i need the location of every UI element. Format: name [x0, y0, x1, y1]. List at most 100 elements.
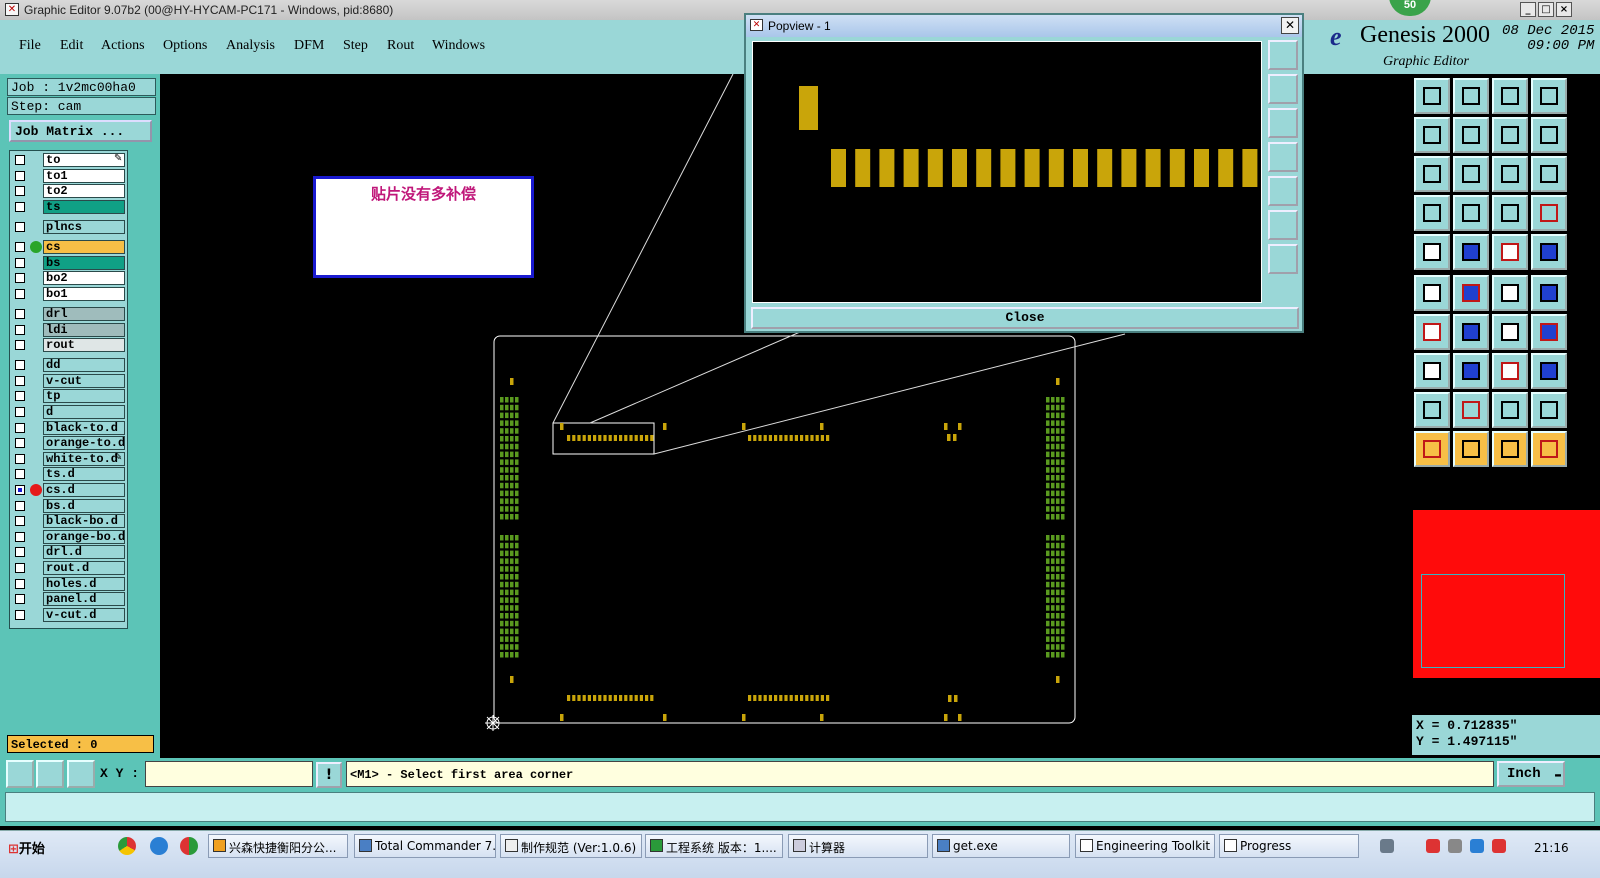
- task-item[interactable]: 兴森快捷衡阳分公...: [208, 834, 348, 858]
- layer-checkbox[interactable]: [15, 324, 25, 335]
- paint-icon[interactable]: [1414, 195, 1450, 231]
- xy-input[interactable]: [145, 761, 313, 787]
- snap-undo-icon[interactable]: [1492, 117, 1528, 153]
- task-item[interactable]: Engineering Toolkit 9....: [1075, 834, 1215, 858]
- layer-checkbox[interactable]: [15, 360, 25, 371]
- security-tray-icon[interactable]: [1426, 839, 1440, 853]
- snap-icon[interactable]: [6, 760, 34, 788]
- layer-checkbox[interactable]: [15, 375, 25, 386]
- menu-edit[interactable]: Edit: [60, 38, 83, 54]
- popview-close-button[interactable]: Close: [751, 307, 1299, 329]
- layer-checkbox[interactable]: [15, 516, 25, 527]
- layer-checkbox[interactable]: [15, 170, 25, 181]
- ruler-icon[interactable]: [1492, 234, 1528, 270]
- task-item[interactable]: 工程系统 版本：1....: [645, 834, 783, 858]
- pointer-red-icon[interactable]: [1453, 431, 1489, 467]
- layer-checkbox[interactable]: [15, 257, 25, 268]
- menu-options[interactable]: Options: [163, 38, 207, 54]
- home-icon[interactable]: [1492, 78, 1528, 114]
- measure-icon[interactable]: [36, 760, 64, 788]
- layer-checkbox[interactable]: [15, 308, 25, 319]
- layer-checkbox[interactable]: [15, 155, 25, 165]
- layer-checkbox[interactable]: [15, 531, 25, 542]
- task-item[interactable]: Progress: [1219, 834, 1359, 858]
- task-item[interactable]: 制作规范 (Ver:1.0.6): [500, 834, 642, 858]
- layer-row-dd[interactable]: dd: [10, 358, 128, 373]
- angle-icon[interactable]: [1414, 314, 1450, 350]
- layer-row-cs-d[interactable]: cs.d: [10, 483, 128, 498]
- layer-row-bs-d[interactable]: bs.d: [10, 498, 128, 514]
- layer-checkbox[interactable]: [15, 453, 25, 464]
- quicklaunch-app-icon[interactable]: [180, 837, 198, 855]
- arc-alt-icon[interactable]: [1531, 392, 1567, 428]
- menu-step[interactable]: Step: [343, 38, 368, 54]
- menu-analysis[interactable]: Analysis: [226, 38, 275, 54]
- network-tray-icon[interactable]: [1448, 839, 1462, 853]
- layer-row-panel-d[interactable]: panel.d: [10, 592, 128, 607]
- connect-icon[interactable]: [1414, 353, 1450, 389]
- maximize-button[interactable]: □: [1538, 2, 1554, 17]
- grid-icon[interactable]: [67, 760, 95, 788]
- grid-icon[interactable]: [1453, 195, 1489, 231]
- triangle-icon[interactable]: [1414, 392, 1450, 428]
- flip-icon[interactable]: [1531, 314, 1567, 350]
- overview-map[interactable]: [1413, 510, 1600, 678]
- layer-row-ts-d[interactable]: ts.d: [10, 467, 128, 482]
- layer-row-tp[interactable]: tp: [10, 389, 128, 404]
- start-button[interactable]: ⊞开始: [2, 835, 50, 857]
- layer-checkbox[interactable]: [15, 469, 25, 480]
- layer-row-to2[interactable]: to2: [10, 184, 128, 199]
- task-item[interactable]: get.exe: [932, 834, 1070, 858]
- zoom-out-icon[interactable]: [1268, 244, 1298, 274]
- copy-icon[interactable]: [1453, 78, 1489, 114]
- arc-icon[interactable]: [1492, 392, 1528, 428]
- layer-row-ts[interactable]: ts: [10, 199, 128, 215]
- task-item[interactable]: Total Commander 7.0 ...: [354, 834, 496, 858]
- zoom-in-icon[interactable]: [1268, 210, 1298, 240]
- layer-row-bs[interactable]: bs: [10, 255, 128, 271]
- layer-checkbox[interactable]: [15, 500, 25, 511]
- layer-row-plncs[interactable]: plncs: [10, 219, 128, 235]
- layer-checkbox[interactable]: [15, 547, 25, 558]
- measure-icon[interactable]: [1531, 431, 1567, 467]
- red-signal-alt-icon[interactable]: [1531, 195, 1567, 231]
- layer-checkbox[interactable]: [15, 609, 25, 620]
- menu-file[interactable]: File: [19, 38, 41, 54]
- slash-icon[interactable]: [1453, 314, 1489, 350]
- move-center-icon[interactable]: [1453, 156, 1489, 192]
- pan-down-icon[interactable]: [1268, 108, 1298, 138]
- layer-row-drl-d[interactable]: drl.d: [10, 545, 128, 560]
- layer-row-orange-bo-d[interactable]: orange-bo.d: [10, 529, 128, 545]
- help-icon[interactable]: [1531, 156, 1567, 192]
- zoom-fit-icon[interactable]: [1268, 40, 1298, 70]
- zoom-fit-icon[interactable]: [1414, 156, 1450, 192]
- layer-row-orange-to-d[interactable]: orange-to.d: [10, 436, 128, 451]
- layer-row-rout-d[interactable]: rout.d: [10, 561, 128, 576]
- layer-row-v-cut-d[interactable]: v-cut.d: [10, 607, 128, 623]
- layer-checkbox[interactable]: [15, 242, 25, 252]
- minus-icon[interactable]: [1453, 353, 1489, 389]
- layer-row-to[interactable]: to ✎: [10, 153, 128, 168]
- keyboard-tray-icon[interactable]: [1380, 839, 1394, 853]
- swap-icon[interactable]: [1531, 353, 1567, 389]
- minimize-button[interactable]: _: [1520, 2, 1536, 17]
- align-left-icon[interactable]: [1414, 117, 1450, 153]
- rotate-icon[interactable]: [1492, 314, 1528, 350]
- pointer-icon[interactable]: [1414, 431, 1450, 467]
- chrome-icon[interactable]: [118, 837, 136, 855]
- layer-checkbox[interactable]: [15, 422, 25, 433]
- menu-dfm[interactable]: DFM: [294, 38, 324, 54]
- layer-row-black-to-d[interactable]: black-to.d: [10, 420, 128, 436]
- layer-checkbox[interactable]: [15, 186, 25, 197]
- layer-checkbox[interactable]: [15, 273, 25, 284]
- layer-checkbox[interactable]: [15, 563, 25, 573]
- line-alt-icon[interactable]: [1531, 275, 1567, 311]
- layer-row-d[interactable]: d: [10, 405, 128, 420]
- layer-checkbox[interactable]: [15, 221, 25, 232]
- layer-checkbox[interactable]: [15, 438, 25, 449]
- layer-checkbox[interactable]: [15, 201, 25, 212]
- layer-checkbox[interactable]: [15, 594, 25, 605]
- layer-checkbox[interactable]: [15, 391, 25, 402]
- arrow-up-icon[interactable]: [1453, 392, 1489, 428]
- popview-close-icon[interactable]: ✕: [1281, 17, 1299, 34]
